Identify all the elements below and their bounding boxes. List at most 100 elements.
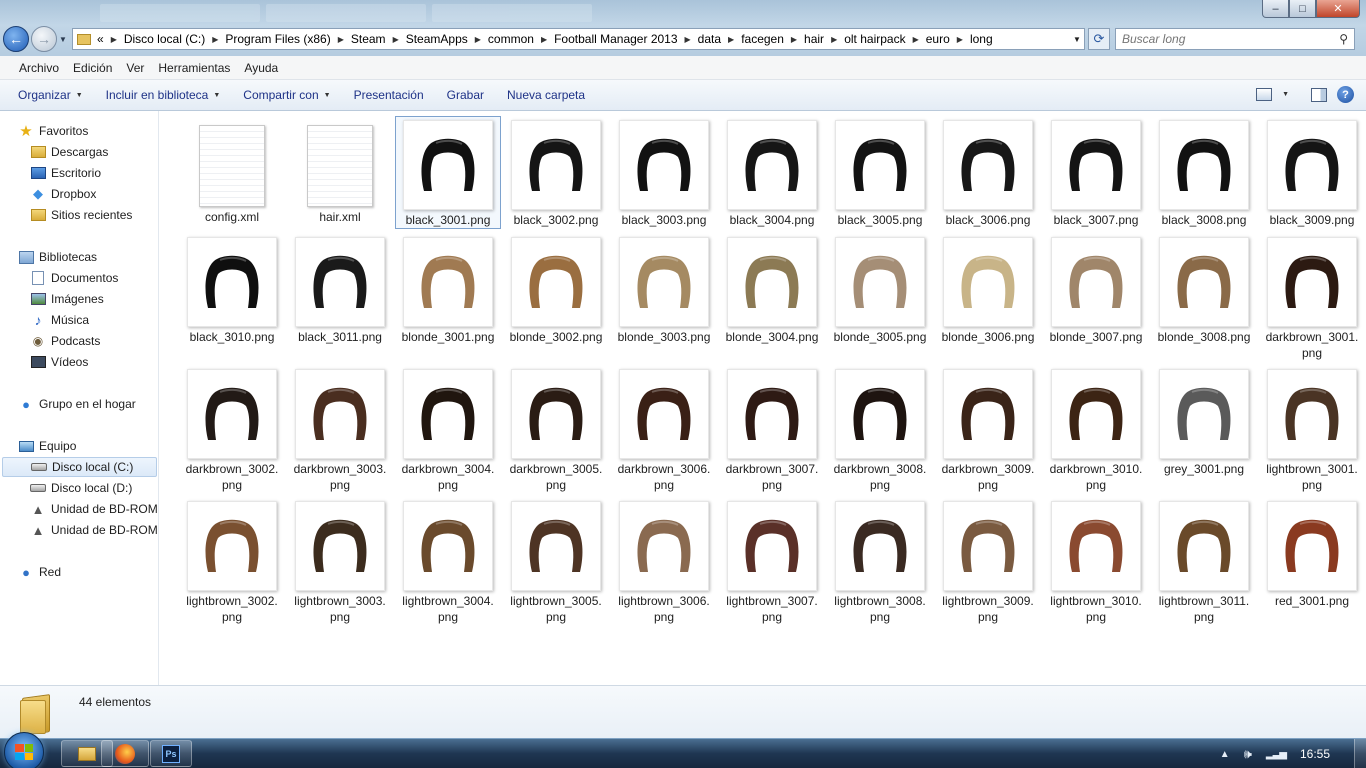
sidebar-item-dropbox[interactable]: ◆ Dropbox (30, 184, 96, 204)
sidebar-item-pictures[interactable]: Imágenes (30, 289, 104, 309)
file-item[interactable]: black_3011.png (288, 234, 392, 345)
file-item[interactable]: lightbrown_3008. png (828, 498, 932, 625)
sidebar-item-downloads[interactable]: Descargas (30, 142, 108, 162)
breadcrumb-separator-icon[interactable]: ▶ (393, 35, 399, 44)
breadcrumb-item[interactable]: Disco local (C:) (124, 32, 205, 46)
breadcrumb-separator-icon[interactable]: ▶ (475, 35, 481, 44)
file-item[interactable]: darkbrown_3004. png (396, 366, 500, 493)
breadcrumb-item[interactable]: Football Manager 2013 (554, 32, 677, 46)
clock[interactable]: 16:55 (1300, 747, 1330, 761)
file-item[interactable]: red_3001.png (1260, 498, 1364, 609)
file-item[interactable]: black_3008.png (1152, 117, 1256, 228)
file-item[interactable]: black_3006.png (936, 117, 1040, 228)
file-item[interactable]: lightbrown_3006. png (612, 498, 716, 625)
breadcrumb-separator-icon[interactable]: ▶ (728, 35, 734, 44)
address-bar[interactable]: « ▶ Disco local (C:) ▶ Program Files (x86)… (72, 28, 1085, 50)
volume-icon[interactable]: 🕪 (1244, 746, 1252, 762)
breadcrumb-item[interactable]: long (970, 32, 993, 46)
file-item[interactable]: blonde_3002.png (504, 234, 608, 345)
share-with-button[interactable]: Compartir con ▼ (236, 88, 337, 102)
breadcrumb-separator-icon[interactable]: ▶ (111, 35, 117, 44)
breadcrumb-separator-icon[interactable]: ▶ (791, 35, 797, 44)
file-item[interactable]: hair.xml (288, 117, 392, 225)
sidebar-item-videos[interactable]: Vídeos (30, 352, 88, 372)
file-item[interactable]: darkbrown_3007. png (720, 366, 824, 493)
breadcrumb-item[interactable]: olt hairpack (844, 32, 905, 46)
file-item[interactable]: lightbrown_3010. png (1044, 498, 1148, 625)
search-icon[interactable]: ⚲ (1339, 32, 1348, 46)
file-item[interactable]: darkbrown_3003. png (288, 366, 392, 493)
sidebar-item-recent-places[interactable]: Sitios recientes (30, 205, 132, 225)
include-library-button[interactable]: Incluir en biblioteca ▼ (99, 88, 228, 102)
file-item[interactable]: black_3007.png (1044, 117, 1148, 228)
breadcrumb-item[interactable]: euro (926, 32, 950, 46)
file-item[interactable]: black_3004.png (720, 117, 824, 228)
breadcrumb-overflow[interactable]: « (97, 32, 104, 46)
file-item[interactable]: lightbrown_3001. png (1260, 366, 1364, 493)
show-desktop-button[interactable] (1354, 739, 1366, 768)
file-item[interactable]: black_3003.png (612, 117, 716, 228)
preview-pane-icon[interactable] (1311, 87, 1327, 102)
file-item[interactable]: darkbrown_3006. png (612, 366, 716, 493)
file-item[interactable]: blonde_3001.png (396, 234, 500, 345)
file-item[interactable]: black_3002.png (504, 117, 608, 228)
sidebar-item-bd-rom-2[interactable]: ▲ Unidad de BD-ROM (30, 520, 158, 540)
sidebar-item-local-disk-d[interactable]: Disco local (D:) (30, 478, 132, 498)
minimize-button[interactable]: – (1262, 0, 1289, 18)
menu-help[interactable]: Ayuda (237, 61, 285, 75)
search-input[interactable] (1122, 32, 1340, 46)
sidebar-item-documents[interactable]: Documentos (30, 268, 118, 288)
breadcrumb-item[interactable]: common (488, 32, 534, 46)
sidebar-item-local-disk-c[interactable]: Disco local (C:) (2, 457, 157, 477)
file-item[interactable]: darkbrown_3008. png (828, 366, 932, 493)
breadcrumb-item[interactable]: data (698, 32, 721, 46)
breadcrumb-item[interactable]: SteamApps (406, 32, 468, 46)
file-item[interactable]: lightbrown_3009. png (936, 498, 1040, 625)
file-item[interactable]: darkbrown_3009. png (936, 366, 1040, 493)
file-item[interactable]: blonde_3008.png (1152, 234, 1256, 345)
taskbar-photoshop-button[interactable]: Ps (150, 740, 192, 767)
breadcrumb-item[interactable]: Program Files (x86) (225, 32, 330, 46)
sidebar-libraries[interactable]: Bibliotecas (18, 247, 97, 267)
file-item[interactable]: black_3009.png (1260, 117, 1364, 228)
breadcrumb-item[interactable]: Steam (351, 32, 386, 46)
address-dropdown-icon[interactable]: ▼ (1070, 35, 1084, 44)
sidebar-network[interactable]: ● Red (18, 562, 61, 582)
breadcrumb-separator-icon[interactable]: ▶ (831, 35, 837, 44)
file-item[interactable]: blonde_3004.png (720, 234, 824, 345)
file-item[interactable]: lightbrown_3003. png (288, 498, 392, 625)
file-item[interactable]: lightbrown_3004. png (396, 498, 500, 625)
file-item[interactable]: black_3010.png (180, 234, 284, 345)
file-item[interactable]: grey_3001.png (1152, 366, 1256, 477)
breadcrumb-separator-icon[interactable]: ▶ (541, 35, 547, 44)
file-item[interactable]: darkbrown_3005. png (504, 366, 608, 493)
breadcrumb-separator-icon[interactable]: ▶ (685, 35, 691, 44)
sidebar-computer[interactable]: Equipo (18, 436, 76, 456)
help-icon[interactable]: ? (1337, 86, 1354, 103)
taskbar-firefox-button[interactable] (101, 740, 149, 767)
file-item[interactable]: config.xml (180, 117, 284, 225)
maximize-button[interactable]: □ (1289, 0, 1316, 18)
file-item[interactable]: lightbrown_3002. png (180, 498, 284, 625)
search-box[interactable]: ⚲ (1115, 28, 1355, 50)
breadcrumb-item[interactable]: hair (804, 32, 824, 46)
file-item[interactable]: blonde_3003.png (612, 234, 716, 345)
file-item[interactable]: blonde_3007.png (1044, 234, 1148, 345)
forward-button[interactable]: → (31, 26, 57, 52)
file-item[interactable]: darkbrown_3001. png (1260, 234, 1364, 361)
file-item[interactable]: darkbrown_3002. png (180, 366, 284, 493)
menu-file[interactable]: Archivo (12, 61, 66, 75)
new-folder-button[interactable]: Nueva carpeta (500, 88, 592, 102)
file-item[interactable]: lightbrown_3005. png (504, 498, 608, 625)
file-item[interactable]: black_3005.png (828, 117, 932, 228)
sidebar-item-desktop[interactable]: Escritorio (30, 163, 101, 183)
breadcrumb-separator-icon[interactable]: ▶ (212, 35, 218, 44)
start-button[interactable] (4, 732, 44, 768)
signal-strength-icon[interactable]: ▂▃▅ (1266, 749, 1287, 760)
menu-edit[interactable]: Edición (66, 61, 119, 75)
sidebar-item-podcasts[interactable]: ◉ Podcasts (30, 331, 101, 351)
file-item[interactable]: black_3001.png (395, 116, 501, 229)
menu-view[interactable]: Ver (119, 61, 151, 75)
show-hidden-icons-icon[interactable]: ▲ (1220, 749, 1230, 760)
file-item[interactable]: darkbrown_3010. png (1044, 366, 1148, 493)
